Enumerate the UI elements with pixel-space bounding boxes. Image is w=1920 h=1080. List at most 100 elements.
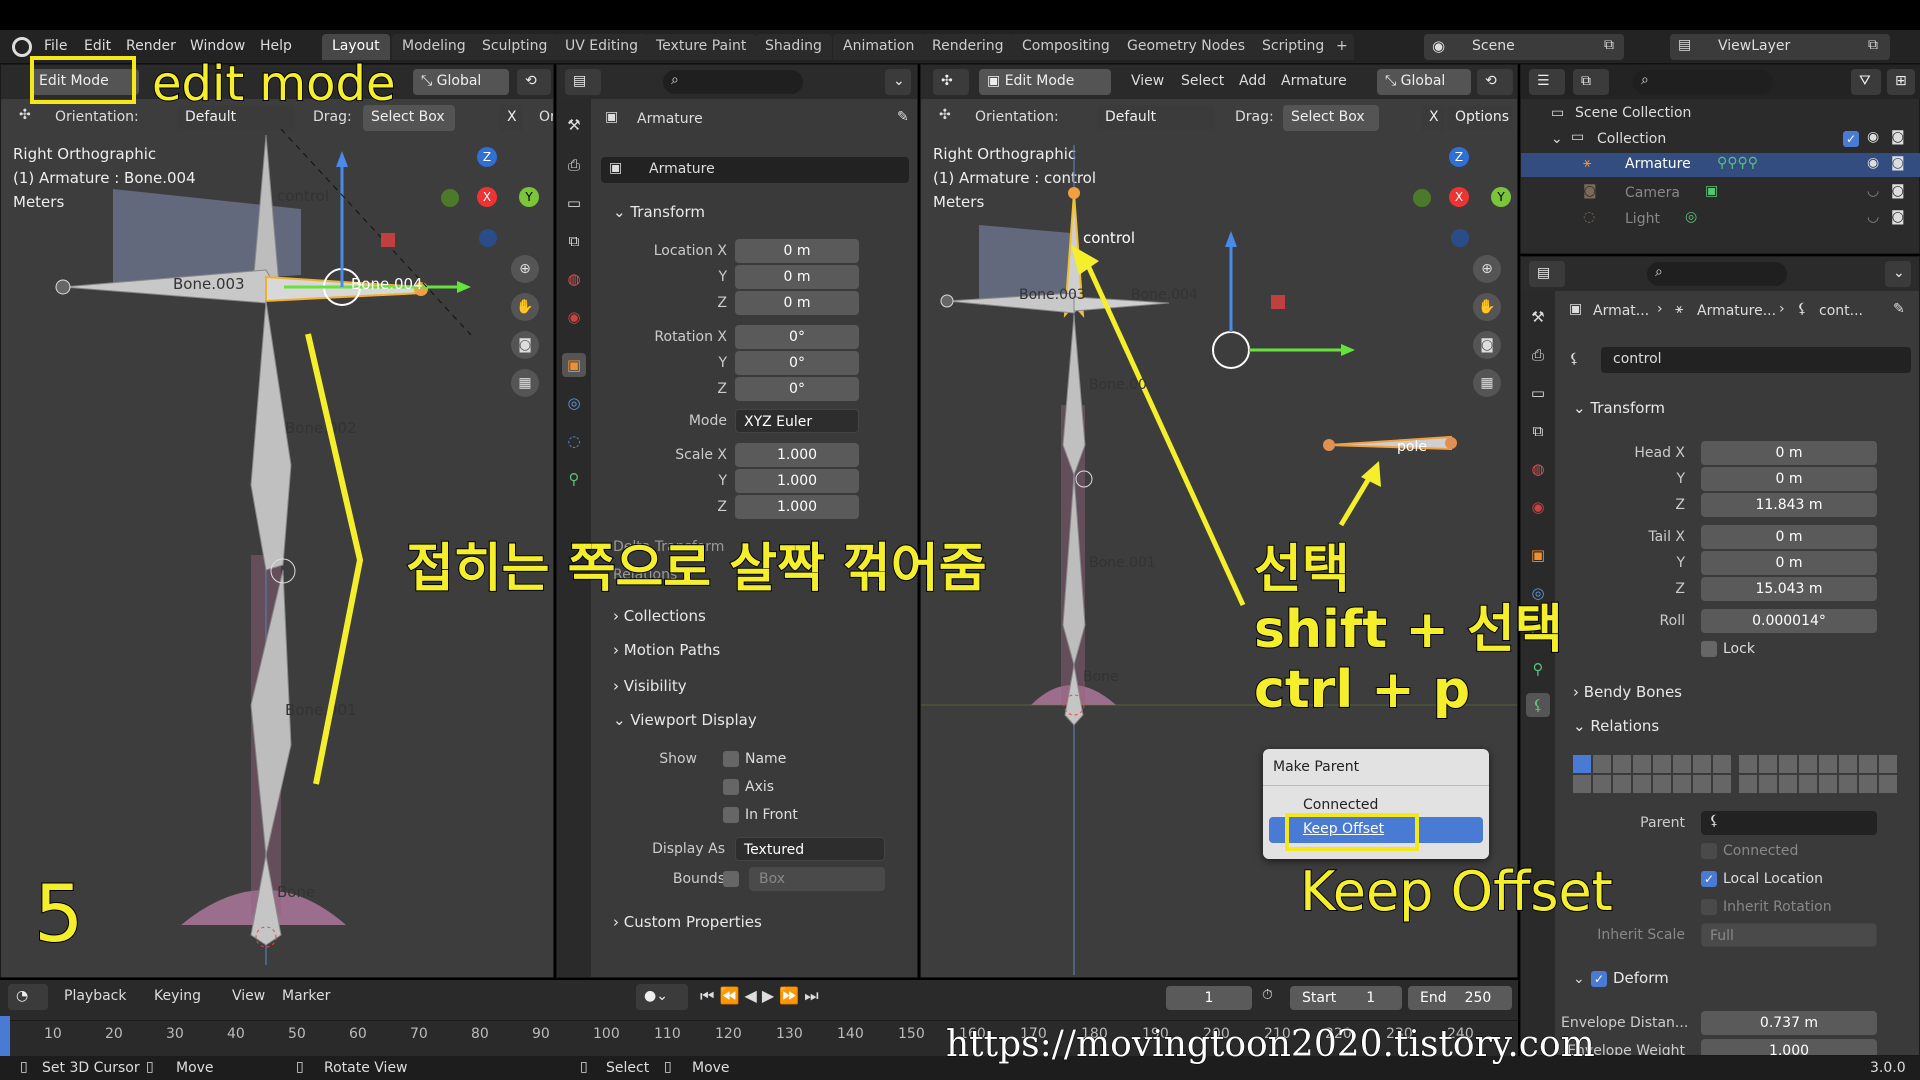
- camera-label[interactable]: Camera: [1625, 185, 1680, 201]
- current-frame-field[interactable]: 1: [1166, 986, 1252, 1010]
- show-infront-checkbox[interactable]: [723, 807, 739, 823]
- end-frame-field[interactable]: End 250: [1408, 986, 1512, 1010]
- rotation-mode-dropdown[interactable]: XYZ Euler: [735, 409, 859, 433]
- output-tab-icon[interactable]: ▭: [1526, 381, 1550, 405]
- collection-label[interactable]: Collection: [1597, 131, 1666, 147]
- outliner-new-collection-icon[interactable]: ⊞: [1887, 69, 1915, 95]
- bounds-dropdown[interactable]: Box: [749, 867, 885, 891]
- pin-icon[interactable]: ✎: [897, 109, 909, 125]
- object-data-tab-icon[interactable]: ⚲: [1526, 657, 1550, 681]
- outliner-search-input[interactable]: ⌕: [1633, 70, 1773, 94]
- parent-field[interactable]: ⚸: [1701, 811, 1877, 835]
- collection-camera-icon[interactable]: ◙: [1891, 129, 1905, 145]
- tab-rendering[interactable]: Rendering: [922, 34, 1014, 60]
- light-label[interactable]: Light: [1625, 211, 1660, 227]
- menu-edit[interactable]: Edit: [84, 38, 111, 54]
- outliner-filter-icon[interactable]: ⛛: [1851, 69, 1881, 95]
- collection-exclude-checkbox[interactable]: ✓: [1843, 131, 1859, 147]
- bone-editor-type-icon[interactable]: ▤: [1529, 261, 1565, 287]
- display-as-dropdown[interactable]: Textured: [735, 837, 885, 861]
- bone-props-search-input[interactable]: ⌕: [1647, 262, 1787, 286]
- transform-section-header[interactable]: ⌄ Transform: [613, 203, 705, 221]
- copy-scene-icon[interactable]: ⧉: [1604, 37, 1614, 53]
- left-pan-icon[interactable]: ✋: [511, 293, 539, 321]
- collections-section[interactable]: › Collections: [613, 607, 706, 625]
- right-grid-icon[interactable]: ▦: [1473, 369, 1501, 397]
- envelope-distance-field[interactable]: 0.737 m: [1701, 1011, 1877, 1035]
- bone-layers-grid[interactable]: [1573, 755, 1897, 793]
- gizmo-neg-y-icon[interactable]: [441, 189, 459, 207]
- gizmo-neg-y-icon[interactable]: [1413, 189, 1431, 207]
- outliner-display-mode-icon[interactable]: ⧉: [1573, 69, 1609, 95]
- world-tab-icon[interactable]: ◉: [1526, 495, 1550, 519]
- inherit-rotation-checkbox[interactable]: [1701, 899, 1717, 915]
- rotation-x-field[interactable]: 0°: [735, 325, 859, 349]
- object-name-field[interactable]: ▣ Armature: [601, 157, 909, 183]
- head-y-field[interactable]: 0 m: [1701, 467, 1877, 491]
- playback-controls-icons[interactable]: ⏮ ⏪ ◀ ▶ ⏩ ⏭: [700, 986, 819, 1006]
- tab-geometry-nodes[interactable]: Geometry Nodes: [1117, 34, 1256, 60]
- right-camera-icon[interactable]: ◙: [1473, 331, 1501, 359]
- timeline-view-menu[interactable]: View: [232, 988, 265, 1004]
- tool-tab-icon[interactable]: ⚒: [562, 113, 586, 137]
- scale-z-field[interactable]: 1.000: [735, 495, 859, 519]
- props-search-input[interactable]: ⌕: [663, 70, 803, 94]
- output-tab-icon[interactable]: ▭: [562, 191, 586, 215]
- menu-file[interactable]: File: [44, 38, 67, 54]
- bone-props-options-icon[interactable]: ⌄: [1885, 261, 1911, 287]
- world-tab-icon[interactable]: ◉: [562, 305, 586, 329]
- viewlayer-selector[interactable]: ▤ ViewLayer ⧉: [1670, 34, 1890, 60]
- start-frame-field[interactable]: Start 1: [1290, 986, 1402, 1010]
- location-y-field[interactable]: 0 m: [735, 265, 859, 289]
- light-eye-icon[interactable]: ◡: [1867, 209, 1879, 225]
- bone-tab-icon[interactable]: ⚸: [1526, 693, 1550, 717]
- add-workspace-button[interactable]: +: [1330, 34, 1354, 60]
- motion-paths-section[interactable]: › Motion Paths: [613, 641, 720, 659]
- rotation-z-field[interactable]: 0°: [735, 377, 859, 401]
- right-navigation-gizmo[interactable]: Z X Y: [1413, 145, 1513, 247]
- envelope-weight-field[interactable]: 1.000: [1701, 1039, 1877, 1055]
- gizmo-neg-z-icon[interactable]: [479, 229, 497, 247]
- gizmo-y-icon[interactable]: Y: [1491, 187, 1511, 207]
- deform-section-label[interactable]: Deform: [1613, 969, 1669, 987]
- collection-eye-icon[interactable]: ◉: [1867, 129, 1879, 145]
- inherit-scale-dropdown[interactable]: Full: [1701, 923, 1877, 947]
- preview-range-icon[interactable]: ⏱: [1262, 987, 1273, 1003]
- object-data-tab-icon[interactable]: ⚲: [562, 467, 586, 491]
- scene-tab-icon[interactable]: ◍: [1526, 457, 1550, 481]
- tail-x-field[interactable]: 0 m: [1701, 525, 1877, 549]
- make-parent-connected[interactable]: Connected: [1303, 797, 1378, 813]
- editor-type-icon[interactable]: ▤: [565, 69, 601, 95]
- armature-data-icon[interactable]: ⚲⚲⚲⚲: [1717, 155, 1758, 171]
- right-3d-viewport[interactable]: ✣ ▣ Edit Mode View Select Add Armature ⤡…: [920, 64, 1518, 978]
- right-zoom-icon[interactable]: ⊕: [1473, 255, 1501, 283]
- tab-compositing[interactable]: Compositing: [1012, 34, 1120, 60]
- left-camera-icon[interactable]: ◙: [511, 331, 539, 359]
- gizmo-z-icon[interactable]: Z: [477, 147, 497, 167]
- location-z-field[interactable]: 0 m: [735, 291, 859, 315]
- tab-animation[interactable]: Animation: [833, 34, 925, 60]
- rotation-y-field[interactable]: 0°: [735, 351, 859, 375]
- relations-section[interactable]: ⌄ Relations: [1573, 717, 1659, 735]
- gizmo-x-icon[interactable]: X: [477, 187, 497, 207]
- visibility-section[interactable]: › Visibility: [613, 677, 687, 695]
- left-zoom-icon[interactable]: ⊕: [511, 255, 539, 283]
- playhead[interactable]: [0, 1016, 10, 1056]
- gizmo-neg-z-icon[interactable]: [1451, 229, 1469, 247]
- tail-y-field[interactable]: 0 m: [1701, 551, 1877, 575]
- deform-checkbox[interactable]: ✓: [1591, 971, 1607, 987]
- light-data-icon[interactable]: ◎: [1685, 209, 1697, 225]
- camera-data-icon[interactable]: ▣: [1705, 183, 1718, 199]
- playback-menu[interactable]: Playback: [64, 988, 126, 1004]
- object-tab-icon[interactable]: ▣: [1526, 543, 1550, 567]
- menu-help[interactable]: Help: [260, 38, 292, 54]
- head-z-field[interactable]: 11.843 m: [1701, 493, 1877, 517]
- viewport-display-section[interactable]: ⌄ Viewport Display: [613, 711, 757, 729]
- bone-name-field[interactable]: control: [1601, 347, 1911, 373]
- autokey-record-icon[interactable]: ●⌄: [636, 984, 688, 1010]
- gizmo-x-icon[interactable]: X: [1449, 187, 1469, 207]
- tab-uv-editing[interactable]: UV Editing: [555, 34, 649, 60]
- chevron-down-icon[interactable]: ⌄: [1551, 131, 1563, 147]
- outliner-row-armature[interactable]: ⚹ Armature ⚲⚲⚲⚲ ◉ ◙: [1521, 153, 1920, 177]
- outliner-type-icon[interactable]: ☰: [1529, 69, 1565, 95]
